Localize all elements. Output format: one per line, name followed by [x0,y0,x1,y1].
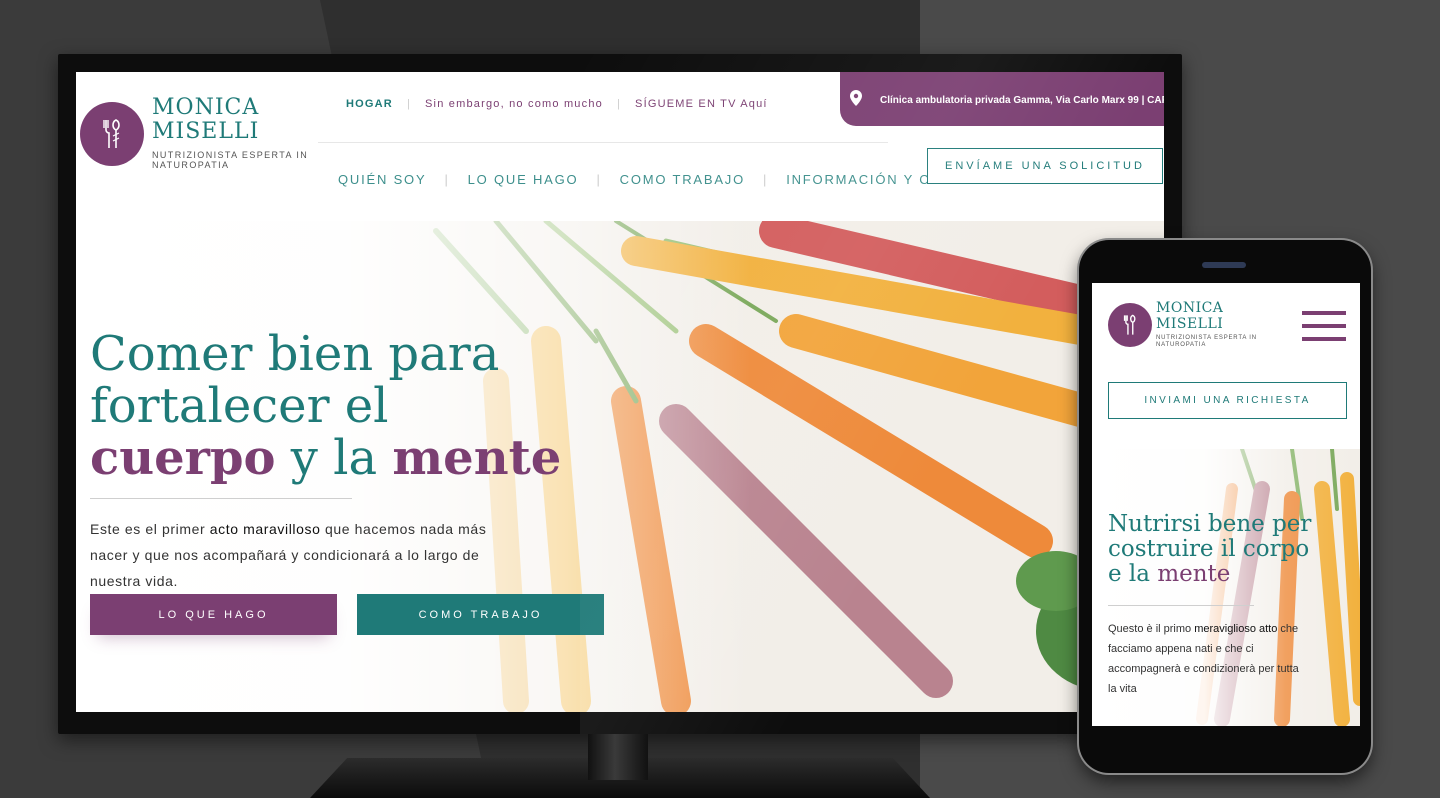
hero-heading-highlight: cuerpo [90,430,276,486]
hero-paragraph-emphasis: acto maravilloso [209,521,321,537]
top-nav-link[interactable]: Sin embargo, no como mucho [411,98,617,110]
mobile-hero-paragraph-emphasis: meraviglioso atto [1194,623,1278,635]
hero-divider [90,498,352,499]
hero-heading-line1: Comer bien para [90,326,500,382]
mobile-hero-heading-highlight: mente [1157,561,1231,587]
mobile-hero-heading-text: e la [1108,561,1158,587]
mobile-hero-heading-line3: e la mente [1108,562,1230,587]
lo-que-hago-button[interactable]: LO QUE HAGO [90,594,337,635]
hero-heading-line3: cuerpo y la mente [90,432,561,484]
fork-leaf-icon [1123,314,1136,335]
mobile-hero-divider [1108,605,1254,606]
brand-tagline: NUTRIZIONISTA ESPERTA IN NATUROPATIA [152,150,309,170]
desktop-screen: MONICA MISELLI NUTRIZIONISTA ESPERTA IN … [76,72,1164,712]
mobile-request-button[interactable]: INVIAMI UNA RICHIESTA [1108,382,1347,419]
mobile-hero-heading-line2: costruire il corpo [1108,536,1310,562]
hero-heading-line2: fortalecer el [90,378,389,434]
hero-heading-highlight: mente [392,430,562,486]
mobile-brand-tagline: NUTRIZIONISTA ESPERTA IN NATUROPATIA [1156,335,1257,348]
top-nav-home[interactable]: HOGAR [346,98,407,110]
mobile-screen: MONICA MISELLI NUTRIZIONISTA ESPERTA IN … [1092,283,1360,726]
mobile-hero-paragraph: Questo è il primo meraviglioso atto che … [1108,619,1308,699]
logo[interactable] [80,102,144,166]
mobile-hero-paragraph-text: Questo è il primo [1108,623,1195,635]
top-nav: HOGAR | Sin embargo, no como mucho | SÍG… [346,98,782,110]
monitor-stand-neck [588,734,648,780]
mobile-logo[interactable] [1108,303,1152,347]
main-nav-item-como-trabajo[interactable]: COMO TRABAJO [602,172,763,187]
brand-name-first[interactable]: MONICA [152,96,259,120]
hero-section: Comer bien para fortalecer el cuerpo y l… [76,221,1164,712]
top-nav-tv[interactable]: SÍGUEME EN TV Aquí [621,98,782,110]
mobile-hero: Nutrirsi bene per costruire il corpo e l… [1092,449,1360,726]
fork-leaf-icon [103,119,120,148]
hero-heading-text: y la [275,430,393,486]
hamburger-menu-icon[interactable] [1302,311,1346,341]
request-button[interactable]: ENVÍAME UNA SOLICITUD [927,148,1163,184]
main-nav-item-quien-soy[interactable]: QUIÉN SOY [320,172,444,187]
mobile-brand-last[interactable]: MISELLI [1156,316,1223,332]
brand-name-last[interactable]: MISELLI [152,120,259,144]
main-nav-item-lo-que-hago[interactable]: LO QUE HAGO [450,172,597,187]
hero-paragraph: Este es el primer acto maravilloso que h… [90,516,510,594]
como-trabajo-button[interactable]: COMO TRABAJO [357,594,604,635]
phone-speaker [1202,262,1246,268]
mobile-brand-first[interactable]: MONICA [1156,300,1223,316]
mobile-hero-heading-line1: Nutrirsi bene per [1108,511,1312,537]
hero-paragraph-text: Este es el primer [90,521,210,537]
nav-divider-line [318,142,888,143]
address-bar[interactable]: Clínica ambulatoria privada Gamma, Via C… [840,72,1164,126]
address-text: Clínica ambulatoria privada Gamma, Via C… [880,95,1164,106]
location-pin-icon [850,90,862,106]
